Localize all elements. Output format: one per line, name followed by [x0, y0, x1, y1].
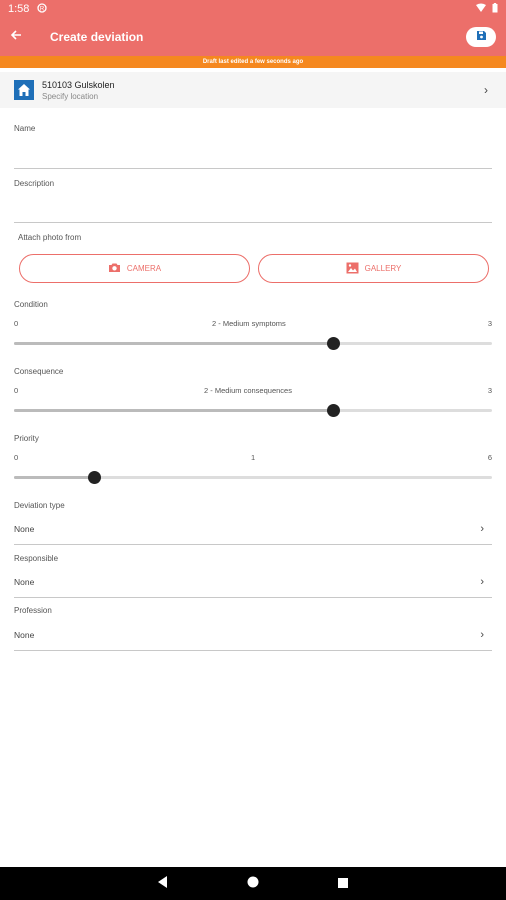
- camera-button[interactable]: CAMERA: [19, 254, 250, 283]
- home-icon: [14, 80, 34, 100]
- nav-home-icon: [247, 875, 259, 893]
- deviation-type-underline: [14, 544, 492, 545]
- camera-icon: [108, 262, 127, 275]
- notification-icon: R: [37, 2, 48, 16]
- nav-home-button[interactable]: [243, 874, 263, 894]
- nav-recents-icon: [338, 875, 348, 893]
- wifi-icon: [476, 3, 486, 15]
- status-bar: 1:58 R: [0, 0, 506, 18]
- name-label: Name: [14, 124, 36, 133]
- nav-back-icon: [158, 875, 168, 893]
- responsible-value: None: [14, 577, 35, 587]
- condition-value-text: 2 - Medium symptoms: [212, 319, 286, 328]
- save-icon: [476, 28, 487, 46]
- draft-notice: Draft last edited a few seconds ago: [0, 56, 506, 68]
- deviation-type-value: None: [14, 524, 35, 534]
- consequence-slider[interactable]: [14, 404, 492, 417]
- description-label: Description: [14, 179, 55, 188]
- priority-slider-fill: [14, 476, 94, 479]
- camera-button-label: CAMERA: [126, 264, 162, 273]
- profession-label: Profession: [14, 606, 52, 615]
- priority-value-text: 1: [251, 453, 256, 462]
- responsible-label: Responsible: [14, 554, 59, 563]
- consequence-min: 0: [14, 386, 19, 395]
- svg-text:R: R: [40, 6, 45, 12]
- chevron-right-icon: ›: [484, 83, 488, 97]
- deviation-type-select[interactable]: None ›: [14, 519, 492, 539]
- condition-label: Condition: [14, 300, 48, 309]
- responsible-select[interactable]: None ›: [14, 572, 492, 592]
- status-time: 1:58: [8, 3, 30, 15]
- condition-max: 3: [487, 319, 492, 328]
- consequence-max: 3: [487, 386, 492, 395]
- profession-value: None: [14, 630, 35, 640]
- profession-underline: [14, 650, 492, 651]
- nav-recents-button[interactable]: [333, 874, 353, 894]
- location-name: 510103 Gulskolen: [42, 79, 115, 90]
- deviation-type-label: Deviation type: [14, 501, 65, 510]
- consequence-slider-fill: [14, 409, 333, 412]
- description-field[interactable]: [14, 199, 492, 221]
- priority-label: Priority: [14, 434, 39, 443]
- save-button[interactable]: [466, 27, 496, 47]
- chevron-right-icon: ›: [480, 576, 484, 588]
- gallery-button-label: GALLERY: [364, 264, 402, 273]
- chevron-right-icon: ›: [480, 523, 484, 535]
- priority-min: 0: [14, 453, 19, 462]
- condition-slider-fill: [14, 342, 333, 345]
- back-arrow-icon: [10, 28, 22, 46]
- condition-min: 0: [14, 319, 19, 328]
- profession-select[interactable]: None ›: [14, 625, 492, 645]
- responsible-underline: [14, 597, 492, 598]
- location-selector[interactable]: 510103 Gulskolen Specify location ›: [0, 72, 506, 108]
- priority-slider-thumb[interactable]: [87, 471, 101, 484]
- priority-slider[interactable]: [14, 471, 492, 484]
- description-underline: [14, 222, 492, 223]
- name-underline: [14, 168, 492, 169]
- name-field[interactable]: [14, 145, 492, 167]
- attach-photo-label: Attach photo from: [18, 233, 82, 242]
- system-nav-bar: [0, 867, 506, 900]
- consequence-slider-thumb[interactable]: [326, 404, 340, 417]
- condition-slider-thumb[interactable]: [326, 337, 340, 350]
- back-button[interactable]: [0, 18, 32, 56]
- priority-max: 6: [487, 453, 492, 462]
- chevron-right-icon: ›: [480, 629, 484, 641]
- battery-icon: [492, 2, 498, 16]
- gallery-button[interactable]: GALLERY: [258, 254, 489, 283]
- condition-slider[interactable]: [14, 337, 492, 350]
- app-bar: Create deviation: [0, 18, 506, 56]
- consequence-value-text: 2 - Medium consequences: [204, 386, 292, 395]
- gallery-icon: [346, 262, 365, 276]
- page-title: Create deviation: [50, 30, 144, 44]
- nav-back-button[interactable]: [153, 874, 173, 894]
- consequence-label: Consequence: [14, 367, 64, 376]
- location-subtitle: Specify location: [42, 91, 99, 101]
